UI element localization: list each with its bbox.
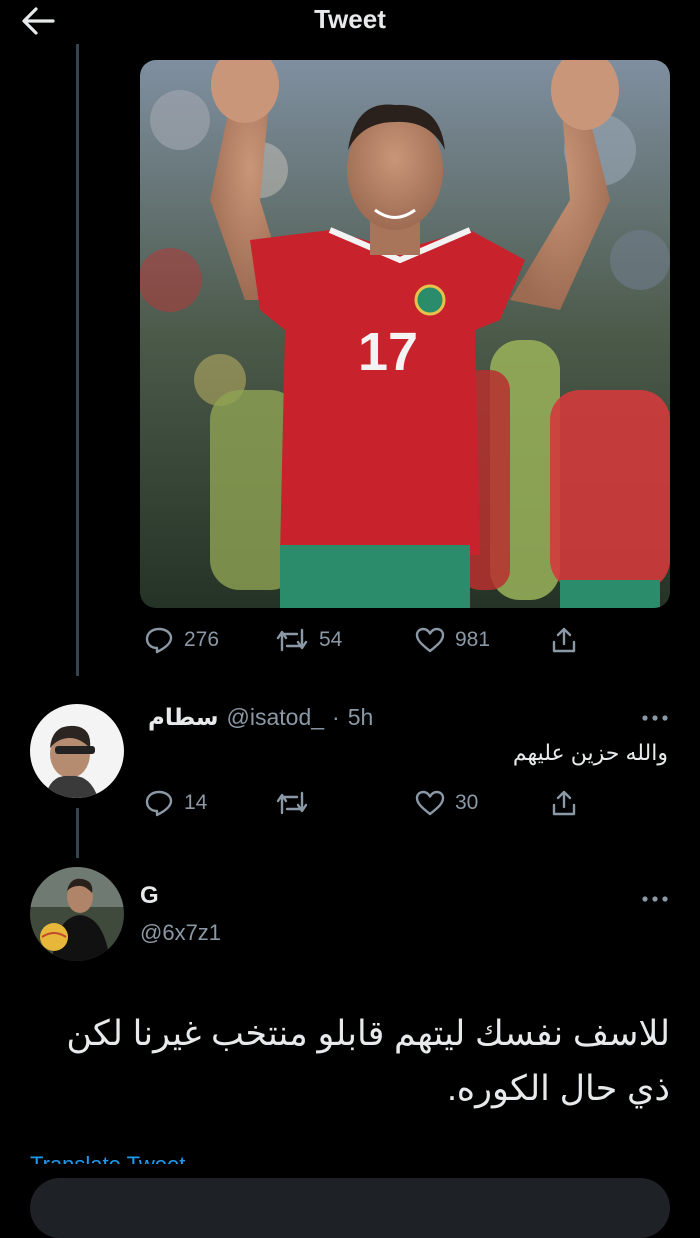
heart-icon (415, 790, 445, 816)
heart-icon (415, 627, 445, 653)
retweet-button[interactable] (275, 788, 319, 818)
avatar[interactable] (30, 867, 124, 961)
separator: · (332, 703, 340, 730)
thread-connector (76, 44, 79, 676)
reply-count: 276 (184, 628, 220, 651)
like-button[interactable]: 30 (415, 788, 478, 818)
reply-icon (145, 627, 173, 654)
display-name[interactable]: G (140, 882, 159, 910)
share-icon (552, 627, 576, 653)
more-options-button[interactable] (640, 892, 670, 904)
translate-tweet-link[interactable]: Translate Tweet (30, 1152, 185, 1164)
svg-text:17: 17 (358, 322, 418, 382)
more-icon (642, 715, 668, 721)
player-photo: 17 (140, 60, 670, 608)
reply-count: 14 (184, 791, 208, 814)
more-options-button[interactable] (640, 711, 670, 723)
like-count: 30 (455, 791, 479, 814)
page-title: Tweet (314, 4, 386, 34)
reply-button[interactable]: 276 (144, 625, 219, 655)
timestamp[interactable]: 5h (348, 704, 374, 731)
more-icon (642, 896, 668, 902)
avatar-image (30, 704, 124, 798)
reply-actions: 14 30 (140, 788, 590, 818)
display-name[interactable]: سطام (148, 704, 219, 731)
reply-icon (145, 790, 173, 817)
share-button[interactable] (550, 788, 578, 818)
tweet-text: للاسف نفسك ليتهم قابلو منتخب غيرنا لكن ذ… (66, 1014, 670, 1108)
retweet-button[interactable]: 54 (275, 625, 342, 655)
user-handle[interactable]: @isatod_ (227, 704, 325, 731)
share-icon (552, 790, 576, 816)
user-handle[interactable]: @6x7z1 (140, 920, 221, 946)
top-app-bar: Tweet (0, 0, 700, 44)
share-button[interactable] (550, 625, 578, 655)
tweet-image[interactable]: 17 (140, 60, 670, 608)
avatar[interactable] (30, 704, 124, 798)
parent-tweet-actions: 276 54 981 (140, 625, 590, 655)
retweet-icon (276, 791, 308, 815)
avatar-image (30, 867, 124, 961)
like-count: 981 (455, 628, 491, 651)
retweet-icon (276, 628, 308, 652)
reply-composer[interactable] (30, 1178, 670, 1238)
reply-header: سطام @isatod_ · 5h (148, 700, 373, 734)
reply-text: والله حزين عليهم (512, 740, 668, 765)
like-button[interactable]: 981 (415, 625, 490, 655)
retweet-count: 54 (319, 628, 343, 651)
reply-button[interactable]: 14 (144, 788, 207, 818)
thread-connector (76, 808, 79, 858)
